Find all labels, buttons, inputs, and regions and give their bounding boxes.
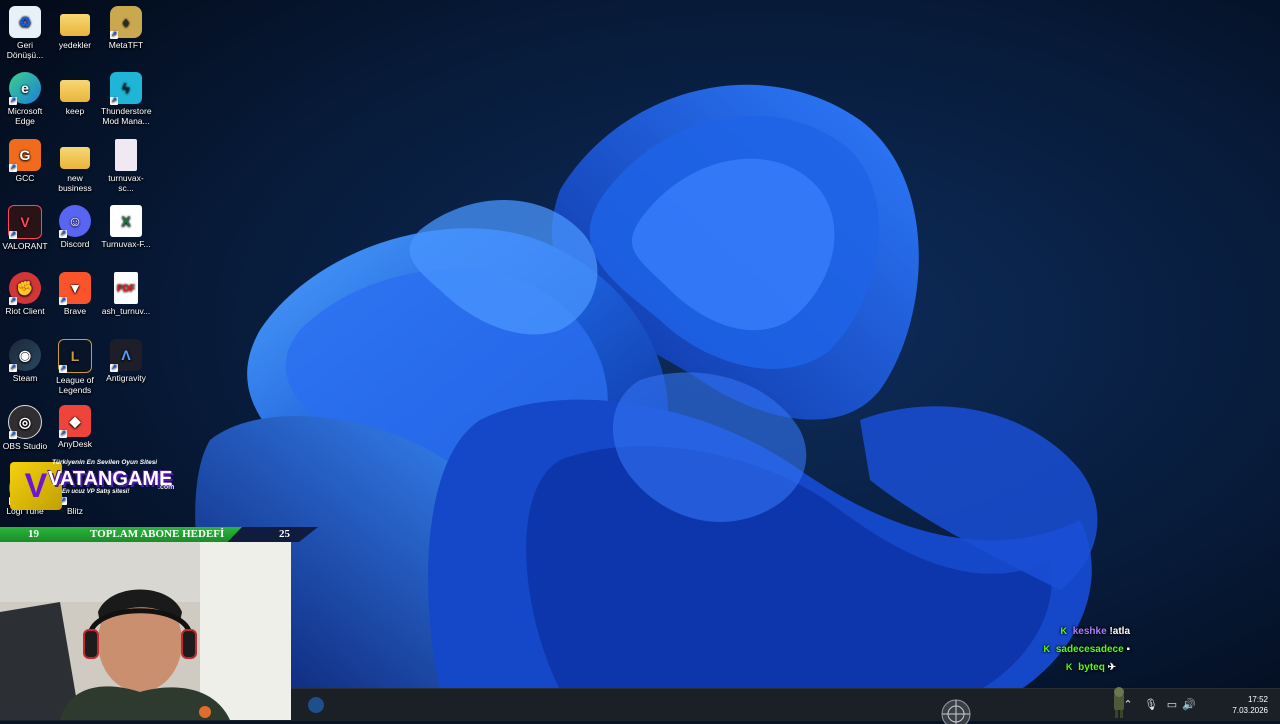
folder-icon	[59, 72, 91, 104]
desktop-icon-metatft[interactable]: ♦ ↗ MetaTFT	[101, 6, 151, 50]
valorant-icon: V ↗	[8, 205, 42, 239]
kick-icon: K	[1060, 626, 1067, 636]
sponsor-tagline-top: Türkiyenin En Sevilen Oyun Sitesi	[52, 459, 158, 466]
desktop-icon-gcc[interactable]: G ↗ GCC	[0, 139, 50, 183]
document-icon	[115, 139, 137, 171]
desktop-icon-grid: ♻ Geri Dönüşü... yedekler ♦ ↗ MetaTFT e ↗ …	[0, 0, 160, 530]
webcam-feed	[0, 542, 291, 720]
brave-icon: ▼ ↗	[59, 272, 91, 305]
goal-title: TOPLAM ABONE HEDEFİ	[90, 528, 225, 540]
chat-username: keshke	[1072, 626, 1107, 637]
recycle-bin-icon: ♻	[9, 6, 41, 38]
chat-username: byteq	[1078, 662, 1105, 673]
emote-icon: ✈	[1107, 662, 1116, 673]
obs-icon: ◎ ↗	[8, 405, 42, 439]
desktop-icon-steam[interactable]: ◉ ↗ Steam	[0, 339, 50, 383]
kick-icon: K	[1043, 644, 1051, 654]
speaker-icon[interactable]: 🔊	[1182, 699, 1196, 711]
desktop-icon-yedekler[interactable]: yedekler	[50, 6, 100, 50]
desktop-icon-new-business[interactable]: new business	[50, 139, 100, 193]
desktop-icon-edge[interactable]: e ↗ Microsoft Edge	[0, 72, 50, 126]
desktop-icon-riot-client[interactable]: ✊ ↗ Riot Client	[0, 272, 50, 316]
desktop-icon-turnuvax-sc[interactable]: turnuvax-sc...	[101, 139, 151, 193]
edge-icon: e ↗	[9, 72, 41, 105]
emote-icon: ▪	[1126, 644, 1130, 655]
excel-icon: X	[110, 205, 142, 237]
desktop-icon-ash-turnuv[interactable]: PDF ash_turnuv...	[101, 272, 151, 316]
anydesk-icon: ◆ ↗	[59, 405, 91, 438]
desktop-icon-anydesk[interactable]: ◆ ↗ AnyDesk	[50, 405, 100, 449]
chat-message: K sadecesadece ▪	[1044, 644, 1130, 655]
taskbar-steam-icon[interactable]	[308, 697, 324, 713]
metatft-icon: ♦ ↗	[110, 6, 142, 39]
pdf-icon: PDF	[114, 272, 138, 304]
microphone-icon[interactable]: 🎙	[1144, 699, 1158, 711]
desktop-icon-valorant[interactable]: V ↗ VALORANT	[0, 205, 50, 251]
subscriber-goal-bar: 19 TOPLAM ABONE HEDEFİ 25	[0, 527, 320, 542]
discord-icon: ☺ ↗	[59, 205, 91, 238]
display-icon[interactable]: ▭	[1166, 699, 1178, 711]
clock-date: 7.03.2026	[1232, 706, 1268, 715]
desktop-icon-obs-studio[interactable]: ◎ ↗ OBS Studio	[0, 405, 50, 451]
chat-message: K keshke !atla	[1060, 626, 1130, 637]
desktop-icon-antigravity[interactable]: Λ ↗ Antigravity	[101, 339, 151, 383]
goal-target: 25	[279, 528, 290, 540]
soldier-overlay-icon	[1114, 687, 1124, 718]
thunderstore-icon: ϟ ↗	[110, 72, 142, 105]
steam-icon: ◉ ↗	[9, 339, 41, 372]
desktop-icon-turnuvax-f[interactable]: X Turnuvax-F...	[101, 205, 151, 249]
taskbar-clock[interactable]: 17:52 7.03.2026	[1232, 694, 1268, 716]
sponsor-domain: .com	[158, 484, 175, 491]
chat-text: !atla	[1109, 626, 1130, 637]
folder-icon	[59, 6, 91, 38]
gcc-icon: G ↗	[9, 139, 41, 172]
chat-username: sadecesadece	[1055, 644, 1124, 655]
kick-icon: K	[1065, 662, 1073, 672]
webcam-image	[0, 542, 291, 720]
clock-time: 17:52	[1247, 695, 1268, 704]
desktop-icon-recycle-bin[interactable]: ♻ Geri Dönüşü...	[0, 6, 50, 60]
desktop-icon-league-of-legends[interactable]: L ↗ League of Legends	[50, 339, 100, 395]
sponsor-banner: V Türkiyenin En Sevilen Oyun Sitesi VATA…	[0, 458, 190, 524]
sponsor-tagline-bottom: En ucuz VP Satış sitesi!	[62, 489, 130, 495]
desktop-icon-keep[interactable]: keep	[50, 72, 100, 116]
chat-message: K byteq ✈	[1066, 662, 1116, 673]
folder-icon	[59, 139, 91, 171]
sponsor-brand: VATANGAME	[48, 468, 173, 490]
desktop-icon-thunderstore[interactable]: ϟ ↗ Thunderstore Mod Mana...	[101, 72, 152, 126]
goal-current: 19	[28, 528, 39, 540]
league-of-legends-icon: L ↗	[58, 339, 92, 373]
antigravity-icon: Λ ↗	[110, 339, 142, 372]
desktop-icon-discord[interactable]: ☺ ↗ Discord	[50, 205, 100, 249]
desktop-icon-brave[interactable]: ▼ ↗ Brave	[50, 272, 100, 316]
riot-client-icon: ✊ ↗	[9, 272, 41, 305]
